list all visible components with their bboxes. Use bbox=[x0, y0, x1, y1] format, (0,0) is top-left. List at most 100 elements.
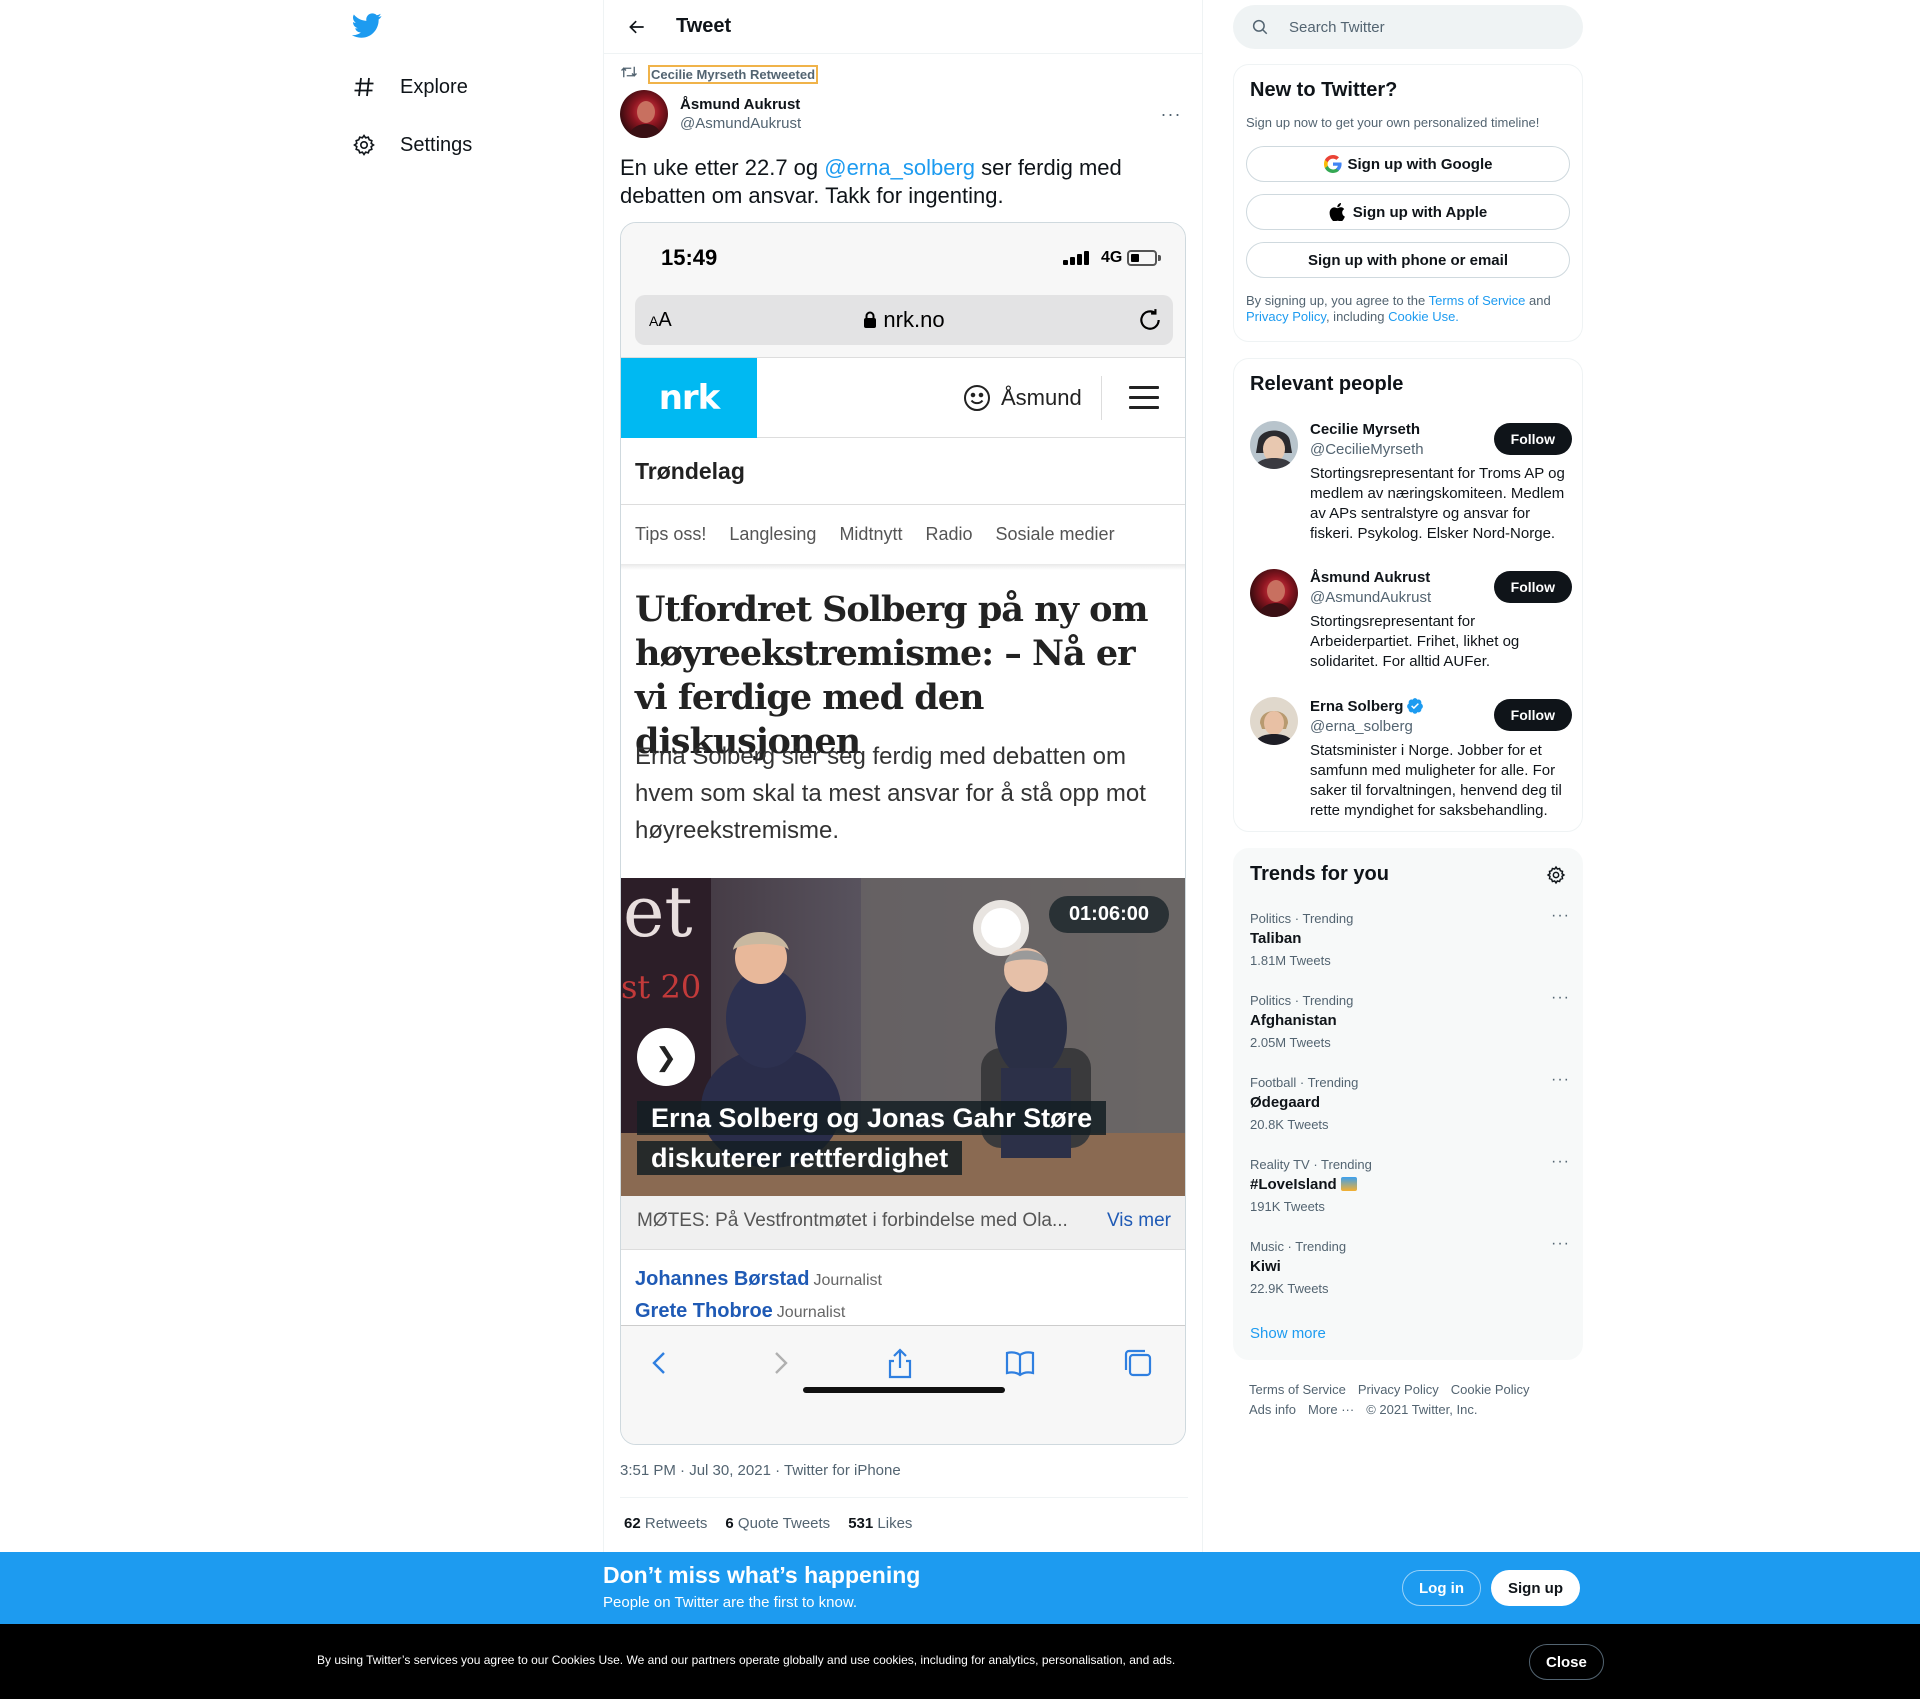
footer-copyright: © 2021 Twitter, Inc. bbox=[1366, 1402, 1478, 1417]
footer-more-link[interactable]: More ··· bbox=[1308, 1402, 1354, 1417]
mention-link[interactable]: @erna_solberg bbox=[824, 155, 975, 180]
trend-count: 22.9K Tweets bbox=[1250, 1281, 1329, 1296]
follow-button[interactable]: Follow bbox=[1493, 699, 1572, 731]
safari-toolbar bbox=[621, 1325, 1185, 1444]
phone-status-bar: 15:49 4G bbox=[621, 223, 1185, 283]
twitter-bird-icon[interactable] bbox=[351, 10, 382, 40]
svg-text:et: et bbox=[623, 878, 693, 953]
lock-icon bbox=[864, 311, 877, 328]
trend-category: Football · Trending bbox=[1250, 1075, 1359, 1090]
more-options-icon[interactable]: ··· bbox=[1551, 1153, 1570, 1171]
divider bbox=[1101, 376, 1102, 420]
trend-item[interactable]: Politics · Trending Taliban 1.81M Tweets… bbox=[1250, 907, 1570, 968]
more-options-icon[interactable]: ··· bbox=[1551, 1071, 1570, 1089]
author-handle[interactable]: @AsmundAukrust bbox=[680, 115, 801, 132]
video-duration: 01:06:00 bbox=[1048, 896, 1169, 933]
avatar[interactable] bbox=[1250, 569, 1298, 617]
trend-item[interactable]: Football · Trending Ødegaard 20.8K Tweet… bbox=[1250, 1071, 1570, 1132]
likes-stat[interactable]: 531 Likes bbox=[848, 1515, 912, 1532]
signup-button[interactable]: Sign up bbox=[1491, 1570, 1580, 1606]
more-options-icon[interactable]: ··· bbox=[1551, 907, 1570, 925]
byline: Johannes Børstad Journalist bbox=[635, 1268, 882, 1290]
search-input[interactable] bbox=[1289, 5, 1569, 49]
follow-button[interactable]: Follow bbox=[1493, 571, 1572, 603]
tweet-detail-column: Tweet Cecilie Myrseth Retweeted Åsmund A… bbox=[603, 0, 1203, 1552]
trend-item[interactable]: Politics · Trending Afghanistan 2.05M Tw… bbox=[1250, 989, 1570, 1050]
card-title: Relevant people bbox=[1250, 373, 1404, 395]
retweeted-by-link[interactable]: Cecilie Myrseth Retweeted bbox=[648, 65, 819, 84]
trend-name: Ødegaard bbox=[1250, 1094, 1321, 1111]
more-options-icon[interactable]: ··· bbox=[1551, 989, 1570, 1007]
trend-item[interactable]: Music · Trending Kiwi 22.9K Tweets ··· bbox=[1250, 1235, 1570, 1296]
caption-text: MØTES: På Vestfrontmøtet i forbindelse m… bbox=[637, 1210, 1068, 1231]
banner-subtitle: People on Twitter are the first to know. bbox=[603, 1594, 858, 1611]
trend-count: 2.05M Tweets bbox=[1250, 1035, 1331, 1050]
signup-phone-button[interactable]: Sign up with phone or email bbox=[1246, 242, 1570, 278]
footer-tos-link[interactable]: Terms of Service bbox=[1249, 1382, 1346, 1397]
browser-domain: nrk.no bbox=[635, 307, 1173, 333]
tabs-icon bbox=[1124, 1349, 1152, 1377]
video-title: Erna Solberg og Jonas Gahr Støre diskute… bbox=[637, 1098, 1137, 1178]
trend-category: Music · Trending bbox=[1250, 1239, 1347, 1254]
tweet-media-image[interactable]: 15:49 4G AA nrk.no nrk Åsmund Trøndelag … bbox=[620, 222, 1186, 1445]
footer-cookie-link[interactable]: Cookie Policy bbox=[1451, 1382, 1530, 1397]
battery-tip bbox=[1158, 255, 1161, 261]
trend-name: Kiwi bbox=[1250, 1258, 1281, 1275]
cookie-link[interactable]: Cookie Use. bbox=[1388, 309, 1459, 324]
author-name[interactable]: Åsmund Aukrust bbox=[680, 96, 801, 113]
show-more-link[interactable]: Show more bbox=[1250, 1325, 1326, 1342]
nrk-header: nrk Åsmund bbox=[621, 358, 1185, 438]
footer-links: Terms of Service Privacy Policy Cookie Pol… bbox=[1249, 1380, 1569, 1420]
retweets-stat[interactable]: 62 Retweets bbox=[624, 1515, 707, 1532]
signup-banner: Don’t miss what’s happening People on Tw… bbox=[0, 1552, 1920, 1624]
nrk-subnav-item: Midtnytt bbox=[839, 524, 903, 544]
search-box[interactable] bbox=[1233, 5, 1583, 49]
video-thumbnail: et st 20 01:06:00 ❯ Erna Solberg og Jona… bbox=[621, 878, 1185, 1196]
cookie-text: By using Twitter’s services you agree to… bbox=[317, 1653, 1176, 1667]
battery-icon bbox=[1127, 250, 1157, 266]
tos-link[interactable]: Terms of Service bbox=[1429, 293, 1526, 308]
signup-google-button[interactable]: Sign up with Google bbox=[1246, 146, 1570, 182]
nrk-subnav-item: Sosiale medier bbox=[995, 524, 1115, 544]
avatar[interactable] bbox=[1250, 421, 1298, 469]
tweet-timestamp[interactable]: 3:51 PM · Jul 30, 2021 · Twitter for iPh… bbox=[620, 1462, 901, 1479]
signup-legal: By signing up, you agree to the Terms of… bbox=[1246, 293, 1551, 324]
divider bbox=[620, 1497, 1188, 1498]
quote-tweets-stat[interactable]: 6 Quote Tweets bbox=[725, 1515, 830, 1532]
signup-apple-button[interactable]: Sign up with Apple bbox=[1246, 194, 1570, 230]
divider bbox=[621, 504, 1185, 505]
gear-icon[interactable] bbox=[1546, 865, 1566, 885]
nav-explore[interactable]: Explore bbox=[350, 67, 468, 107]
apple-icon bbox=[1329, 203, 1347, 221]
footer-ads-link[interactable]: Ads info bbox=[1249, 1402, 1296, 1417]
tweet-stats: 62 Retweets 6 Quote Tweets 531 Likes bbox=[624, 1515, 912, 1532]
follow-button[interactable]: Follow bbox=[1493, 423, 1572, 455]
verified-badge-icon bbox=[1407, 698, 1424, 714]
person-bio: Stortingsrepresentant for Troms AP og me… bbox=[1310, 465, 1565, 542]
network-label: 4G bbox=[1101, 249, 1123, 266]
avatar[interactable] bbox=[620, 90, 668, 138]
trends-card: Trends for you Politics · Trending Talib… bbox=[1233, 848, 1583, 1360]
privacy-link[interactable]: Privacy Policy bbox=[1246, 309, 1326, 324]
close-button[interactable]: Close bbox=[1529, 1644, 1604, 1680]
login-button[interactable]: Log in bbox=[1402, 1570, 1481, 1606]
heart-emoji-icon bbox=[1340, 1177, 1357, 1191]
nrk-subnav-item: Tips oss! bbox=[635, 524, 707, 544]
nav-settings-label: Settings bbox=[400, 133, 473, 156]
trend-name: #LoveIsland bbox=[1250, 1176, 1570, 1193]
video-caption: MØTES: På Vestfrontmøtet i forbindelse m… bbox=[621, 1196, 1185, 1250]
chevron-right-icon bbox=[775, 1352, 788, 1374]
retweet-context: Cecilie Myrseth Retweeted bbox=[620, 64, 819, 85]
more-options-icon[interactable]: ··· bbox=[1154, 104, 1188, 125]
avatar[interactable] bbox=[1250, 697, 1298, 745]
nav-explore-label: Explore bbox=[400, 75, 468, 98]
svg-text:st 20: st 20 bbox=[621, 968, 701, 1006]
divider bbox=[621, 564, 1185, 570]
trend-item[interactable]: Reality TV · Trending #LoveIsland 191K T… bbox=[1250, 1153, 1570, 1214]
hamburger-menu-icon bbox=[1129, 386, 1159, 410]
footer-privacy-link[interactable]: Privacy Policy bbox=[1358, 1382, 1439, 1397]
nav-settings[interactable]: Settings bbox=[350, 125, 472, 165]
arrow-left-icon[interactable] bbox=[620, 10, 654, 44]
more-options-icon[interactable]: ··· bbox=[1551, 1235, 1570, 1253]
nrk-region: Trøndelag bbox=[635, 458, 745, 484]
